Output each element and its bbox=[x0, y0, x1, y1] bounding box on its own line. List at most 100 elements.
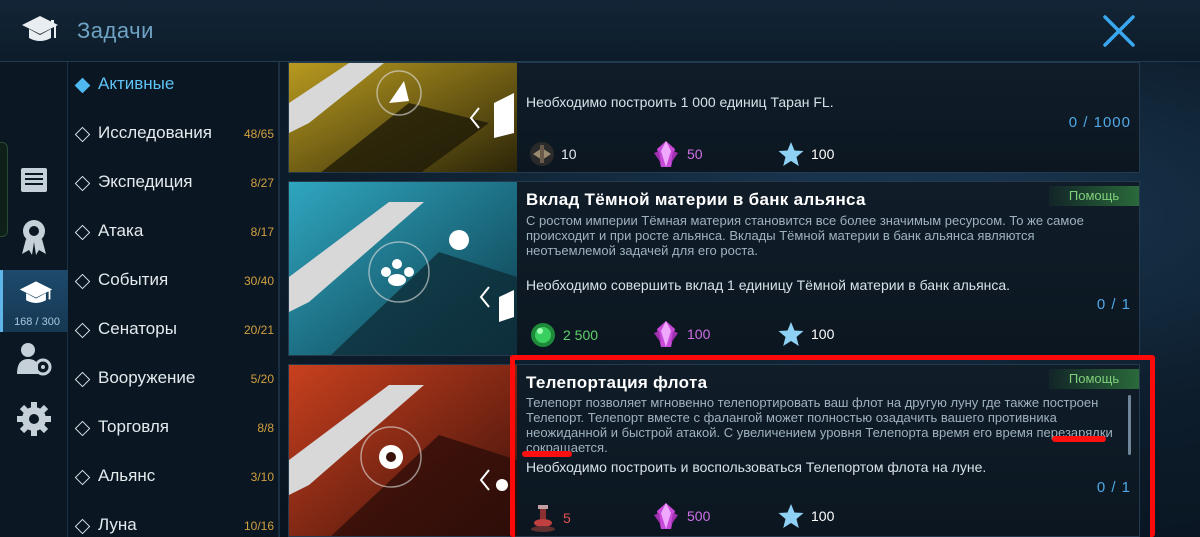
diamond-bullet-icon bbox=[74, 224, 91, 241]
icon-rail: 168 / 300 bbox=[0, 62, 68, 537]
reward-star: 100 bbox=[777, 320, 834, 348]
star-icon bbox=[778, 322, 804, 346]
dark-matter-icon bbox=[531, 323, 555, 347]
reward-value: 100 bbox=[811, 508, 835, 524]
category-trade[interactable]: Торговля 8/8 bbox=[68, 409, 280, 449]
crystal-icon bbox=[654, 503, 678, 529]
document-icon bbox=[21, 167, 47, 192]
category-active[interactable]: Активные bbox=[68, 66, 280, 106]
category-events[interactable]: События 30/40 bbox=[68, 262, 280, 302]
category-label: Торговля bbox=[98, 417, 170, 436]
task-image bbox=[289, 365, 517, 536]
page-title: Задачи bbox=[77, 18, 154, 43]
task-description: С ростом империи Тёмная материя становит… bbox=[526, 213, 1084, 258]
close-icon[interactable] bbox=[1100, 12, 1138, 50]
task-requirement: Необходимо построить 1 000 единиц Таран … bbox=[526, 94, 834, 110]
reward-star: 100 bbox=[777, 140, 834, 168]
reward-value: 500 bbox=[687, 508, 711, 524]
task-card[interactable]: Вклад Тёмной материи в банк альянса Помо… bbox=[288, 181, 1140, 356]
category-label: Альянс bbox=[98, 466, 156, 485]
task-progress: 0 / 1 bbox=[1096, 479, 1131, 496]
category-count: 8/17 bbox=[250, 225, 274, 239]
diamond-bullet-icon bbox=[74, 126, 91, 143]
category-label: Атака bbox=[98, 221, 144, 240]
rail-item-settings[interactable] bbox=[0, 394, 68, 444]
task-card[interactable]: Телепортация флота Помощь Телепорт позво… bbox=[288, 364, 1140, 537]
rail-item-tasks[interactable]: 168 / 300 bbox=[0, 270, 68, 332]
category-weapons[interactable]: Вооружение 5/20 bbox=[68, 360, 280, 400]
category-moon[interactable]: Луна 10/16 bbox=[68, 507, 280, 537]
task-title: Телепортация флота bbox=[526, 373, 708, 392]
diamond-bullet-icon bbox=[74, 273, 91, 290]
category-research[interactable]: Исследования 48/65 bbox=[68, 115, 280, 155]
category-alliance[interactable]: Альянс 3/10 bbox=[68, 458, 280, 498]
star-icon bbox=[778, 504, 804, 528]
category-count: 48/65 bbox=[243, 127, 274, 141]
diamond-bullet-icon bbox=[74, 175, 91, 192]
reward-value: 100 bbox=[811, 326, 835, 342]
category-count: 3/10 bbox=[250, 470, 274, 484]
rail-item-overview[interactable] bbox=[0, 157, 68, 202]
category-label: Луна bbox=[98, 515, 137, 534]
diamond-bullet-icon bbox=[74, 469, 91, 486]
graduation-cap-icon bbox=[22, 16, 58, 41]
task-title: Вклад Тёмной материи в банк альянса bbox=[526, 190, 866, 209]
rail-item-profile[interactable] bbox=[0, 334, 68, 384]
diamond-bullet-icon bbox=[74, 322, 91, 339]
task-image bbox=[289, 182, 517, 355]
header-bar: Задачи bbox=[0, 0, 1200, 62]
category-label: Сенаторы bbox=[98, 319, 177, 338]
diamond-bullet-icon bbox=[74, 371, 91, 388]
reward-teleport: 5 bbox=[529, 503, 571, 533]
help-button[interactable]: Помощь bbox=[1049, 369, 1139, 389]
task-card[interactable]: Необходимо построить 1 000 единиц Таран … bbox=[288, 62, 1140, 173]
reward-dark-matter: 2 500 bbox=[529, 321, 598, 349]
award-ribbon-icon bbox=[22, 220, 46, 255]
task-requirement: Необходимо построить и воспользоваться Т… bbox=[526, 459, 987, 475]
category-count: 8/27 bbox=[250, 176, 274, 190]
reward-value: 10 bbox=[561, 146, 577, 162]
category-count: 10/16 bbox=[243, 519, 274, 533]
reward-value: 50 bbox=[687, 146, 703, 162]
teleport-icon bbox=[531, 505, 555, 532]
diamond-bullet-icon bbox=[74, 420, 91, 437]
category-label: Вооружение bbox=[98, 368, 196, 387]
reward-ship: 10 bbox=[529, 141, 577, 167]
rail-item-achievements[interactable] bbox=[0, 212, 68, 262]
help-button[interactable]: Помощь bbox=[1049, 186, 1139, 206]
category-count: 8/8 bbox=[257, 421, 274, 435]
category-label: Экспедиция bbox=[98, 172, 193, 191]
task-progress: 0 / 1000 bbox=[1068, 114, 1131, 131]
category-label: Исследования bbox=[98, 123, 212, 142]
description-scrollbar[interactable] bbox=[1128, 395, 1131, 455]
task-requirement: Необходимо совершить вклад 1 единицу Тём… bbox=[526, 277, 1011, 293]
crystal-icon bbox=[654, 141, 678, 167]
ship-icon bbox=[530, 142, 554, 166]
diamond-bullet-icon bbox=[74, 518, 91, 535]
category-label: События bbox=[98, 270, 169, 289]
category-senators[interactable]: Сенаторы 20/21 bbox=[68, 311, 280, 351]
task-description: Телепорт позволяет мгновенно телепортиро… bbox=[526, 395, 1113, 455]
reward-value: 2 500 bbox=[563, 327, 599, 343]
category-list: Активные Исследования 48/65 Экспедиция 8… bbox=[68, 62, 280, 537]
star-icon bbox=[778, 142, 804, 166]
category-expedition[interactable]: Экспедиция 8/27 bbox=[68, 164, 280, 204]
user-settings-icon bbox=[17, 343, 52, 376]
graduation-cap-icon bbox=[19, 281, 52, 303]
tasks-progress-count: 168 / 300 bbox=[14, 316, 60, 328]
gear-icon bbox=[17, 402, 51, 436]
task-progress: 0 / 1 bbox=[1096, 296, 1131, 313]
reward-crystal: 50 bbox=[651, 139, 703, 169]
reward-value: 100 bbox=[687, 326, 711, 342]
category-attack[interactable]: Атака 8/17 bbox=[68, 213, 280, 253]
category-count: 20/21 bbox=[243, 323, 274, 337]
task-image bbox=[289, 63, 517, 172]
crystal-icon bbox=[654, 321, 678, 347]
category-count: 30/40 bbox=[243, 274, 274, 288]
reward-value: 5 bbox=[563, 510, 571, 526]
reward-crystal: 500 bbox=[651, 501, 710, 531]
reward-star: 100 bbox=[777, 502, 834, 530]
category-label: Активные bbox=[98, 74, 175, 93]
reward-crystal: 100 bbox=[651, 319, 710, 349]
reward-value: 100 bbox=[811, 146, 835, 162]
